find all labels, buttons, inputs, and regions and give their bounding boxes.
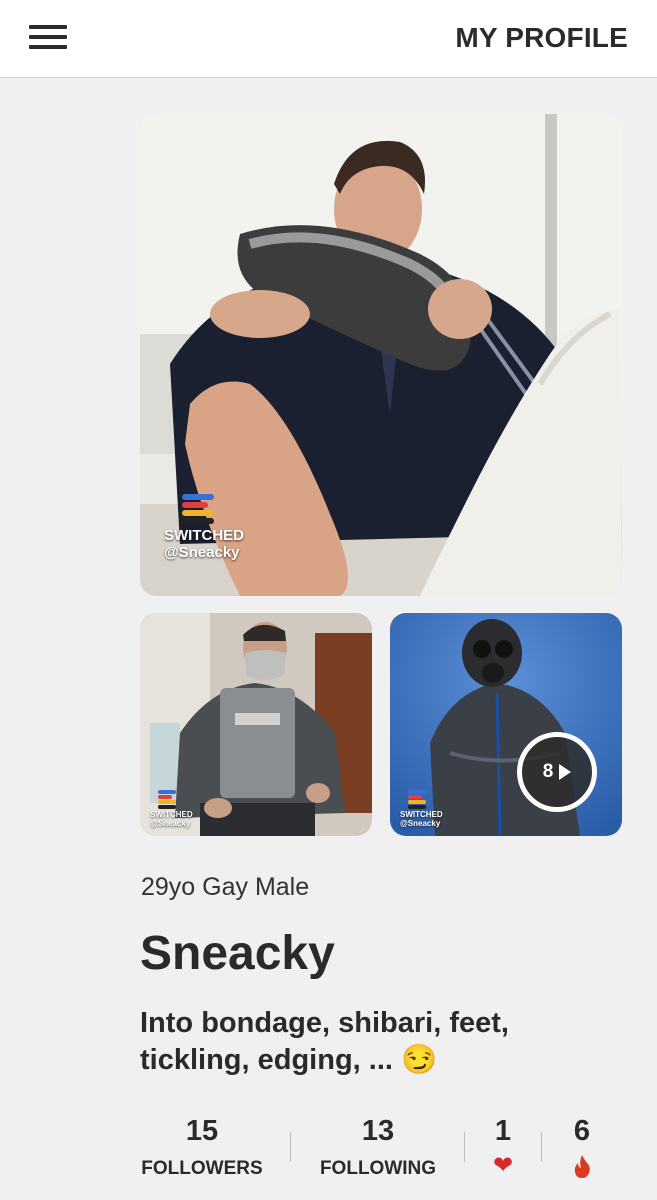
watermark-brand: SWITCHED xyxy=(400,810,443,819)
divider xyxy=(464,1132,465,1162)
profile-photo-3[interactable]: SWITCHED @Sneacky 8 xyxy=(390,613,622,836)
flame-icon xyxy=(574,1155,590,1178)
followers-label: FOLLOWERS xyxy=(141,1158,263,1179)
watermark-brand: SWITCHED xyxy=(150,810,193,819)
hamburger-menu-icon[interactable] xyxy=(29,23,67,51)
profile-bio: Into bondage, shibari, feet, tickling, e… xyxy=(140,1007,509,1076)
page-title: MY PROFILE xyxy=(455,22,628,53)
divider xyxy=(541,1132,542,1162)
heart-icon: ❤ xyxy=(492,1152,514,1179)
following-label: FOLLOWING xyxy=(319,1158,437,1179)
divider xyxy=(290,1132,291,1162)
following-stat[interactable]: 13 FOLLOWING xyxy=(318,1115,438,1180)
watermark-handle: @Sneacky xyxy=(400,818,441,828)
more-photos-count: 8 xyxy=(542,761,554,782)
following-count: 13 xyxy=(361,1115,395,1147)
likes-stat: 1 ❤ xyxy=(483,1115,523,1178)
profile-name: Sneacky xyxy=(140,927,335,980)
watermark: SWITCHED @Sneacky xyxy=(150,790,193,829)
switched-logo-icon xyxy=(408,790,426,809)
watermark: SWITCHED @Sneacky xyxy=(400,790,443,829)
profile-meta: 29yo Gay Male xyxy=(141,873,310,901)
followers-count: 15 xyxy=(185,1115,219,1147)
watermark-handle: @Sneacky xyxy=(150,818,191,828)
watermark: SWITCHED @Sneacky xyxy=(164,494,244,561)
main-profile-photo[interactable]: SWITCHED @Sneacky xyxy=(140,114,622,596)
switched-logo-icon xyxy=(158,790,176,809)
watermark-handle: @Sneacky xyxy=(164,543,240,561)
switched-logo-icon xyxy=(182,494,214,524)
hot-stat: 6 xyxy=(562,1115,602,1178)
hot-count: 6 xyxy=(573,1115,591,1147)
watermark-brand: SWITCHED xyxy=(164,527,244,544)
more-photos-button[interactable]: 8 xyxy=(517,732,597,812)
top-bar: MY PROFILE xyxy=(0,0,657,78)
likes-count: 1 xyxy=(494,1115,512,1147)
profile-photo-2[interactable]: SWITCHED @Sneacky xyxy=(140,613,372,836)
followers-stat[interactable]: 15 FOLLOWERS xyxy=(140,1115,264,1180)
play-icon xyxy=(559,764,572,780)
